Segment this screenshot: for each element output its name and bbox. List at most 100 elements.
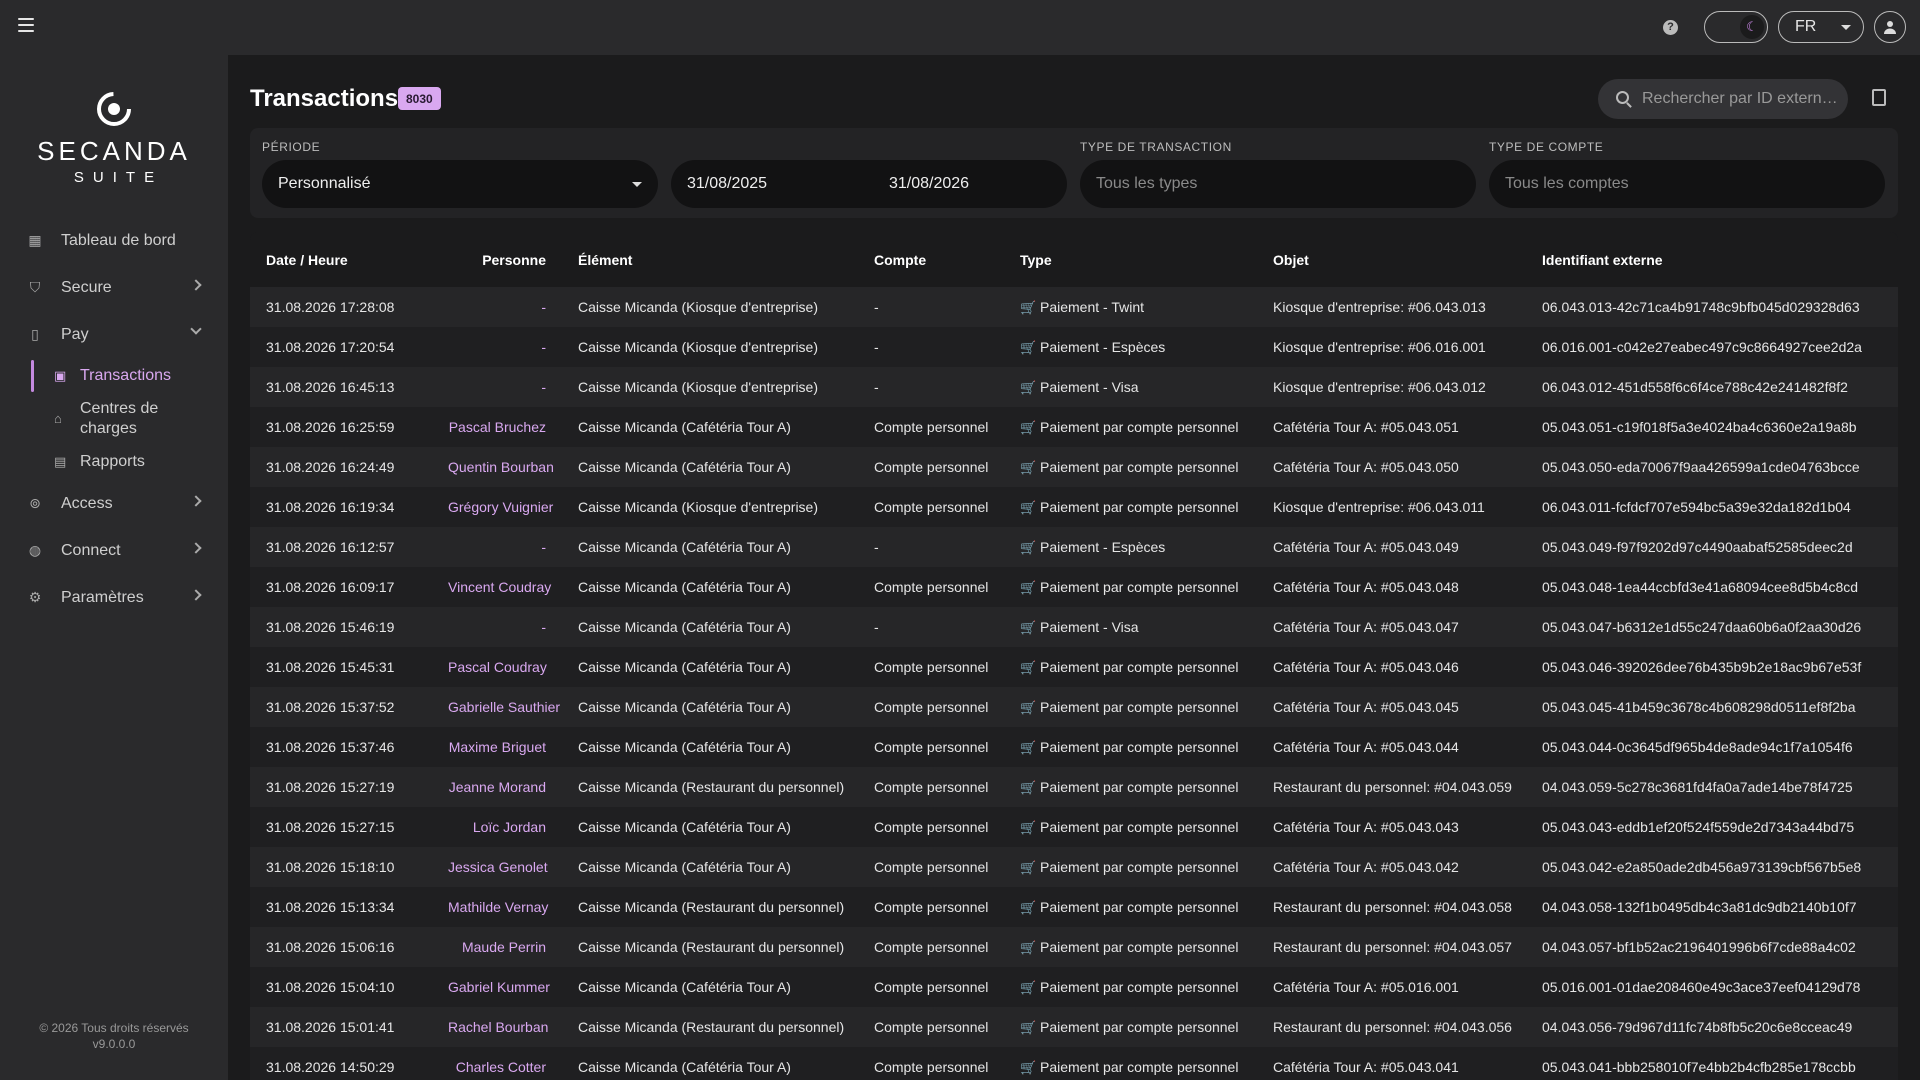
table-row[interactable]: 31.08.2026 15:46:19- Caisse Micanda (Café… <box>250 607 1898 647</box>
cell-element: Caisse Micanda (Kiosque d'entreprise) <box>562 367 858 407</box>
table-row[interactable]: 31.08.2026 16:45:13- Caisse Micanda (Kios… <box>250 367 1898 407</box>
cell-person[interactable]: - <box>432 327 562 367</box>
language-select[interactable]: FR <box>1778 11 1864 43</box>
type-label: Paiement par compte personnel <box>1040 418 1239 435</box>
periode-select[interactable]: Personnalisé <box>262 160 658 208</box>
logo-name: SECANDA <box>37 136 191 166</box>
cell-person[interactable]: Quentin Bourban <box>432 447 562 487</box>
table-row[interactable]: 31.08.2026 17:20:54- Caisse Micanda (Kios… <box>250 327 1898 367</box>
theme-toggle[interactable]: ☾ <box>1704 11 1768 43</box>
type-select[interactable]: Tous les types <box>1080 160 1476 208</box>
cell-datetime: 31.08.2026 15:37:46 <box>250 727 432 767</box>
cell-person[interactable]: Pascal Coudray <box>432 647 562 687</box>
table-row[interactable]: 31.08.2026 17:28:08- Caisse Micanda (Kios… <box>250 287 1898 327</box>
table-row[interactable]: 31.08.2026 16:12:57- Caisse Micanda (Café… <box>250 527 1898 567</box>
cell-object: Cafétéria Tour A: #05.043.046 <box>1257 647 1526 687</box>
cell-element: Caisse Micanda (Restaurant du personnel) <box>562 1007 858 1047</box>
globe-icon: ◍ <box>28 542 42 558</box>
cell-object: Cafétéria Tour A: #05.043.048 <box>1257 567 1526 607</box>
cell-person[interactable]: - <box>432 607 562 647</box>
cell-person[interactable]: Jeanne Morand <box>432 767 562 807</box>
cell-person[interactable]: Pascal Bruchez <box>432 407 562 447</box>
export-icon[interactable] <box>1872 89 1886 106</box>
column-header[interactable]: Personne <box>432 232 562 287</box>
cell-person[interactable]: Maude Perrin <box>432 927 562 967</box>
column-header[interactable]: Compte <box>858 232 1004 287</box>
cell-person[interactable]: - <box>432 287 562 327</box>
cell-person[interactable]: Grégory Vuignier <box>432 487 562 527</box>
cell-datetime: 31.08.2026 16:25:59 <box>250 407 432 447</box>
cell-type: 🛒 Paiement - Espèces <box>1004 327 1257 367</box>
user-menu-button[interactable] <box>1874 11 1906 43</box>
cell-element: Caisse Micanda (Cafétéria Tour A) <box>562 967 858 1007</box>
cell-person[interactable]: - <box>432 367 562 407</box>
table-row[interactable]: 31.08.2026 15:06:16 Maude Perrin Caisse Mi… <box>250 927 1898 967</box>
sidebar-item-access[interactable]: ⊚ Access <box>0 480 228 527</box>
cell-datetime: 31.08.2026 15:37:52 <box>250 687 432 727</box>
cell-person[interactable]: Mathilde Vernay <box>432 887 562 927</box>
table-row[interactable]: 31.08.2026 15:45:31 Pascal Coudray Caisse … <box>250 647 1898 687</box>
column-header[interactable]: Objet <box>1257 232 1526 287</box>
help-icon[interactable]: ? <box>1663 19 1678 35</box>
chevron-right-icon <box>190 542 202 554</box>
sidebar-subitem-transactions[interactable]: ▣ Transactions <box>0 358 228 394</box>
cell-type: 🛒 Paiement par compte personnel <box>1004 487 1257 527</box>
cell-account: Compte personnel <box>858 567 1004 607</box>
type-label: Paiement par compte personnel <box>1040 1018 1239 1035</box>
table-row[interactable]: 31.08.2026 15:37:52 Gabrielle Sauthier Cai… <box>250 687 1898 727</box>
cell-object: Cafétéria Tour A: #05.043.051 <box>1257 407 1526 447</box>
date-from[interactable]: 31/08/2025 <box>687 175 889 193</box>
table-row[interactable]: 31.08.2026 16:24:49 Quentin Bourban Caisse… <box>250 447 1898 487</box>
table-row[interactable]: 31.08.2026 16:19:34 Grégory Vuignier Caiss… <box>250 487 1898 527</box>
cell-person[interactable]: Loïc Jordan <box>432 807 562 847</box>
table-row[interactable]: 31.08.2026 15:13:34 Mathilde Vernay Caisse… <box>250 887 1898 927</box>
sidebar-item-secure[interactable]: ⛉ Secure <box>0 264 228 311</box>
type-label: TYPE DE TRANSACTION <box>1080 140 1232 154</box>
cell-external-id: 05.043.044-0c3645df965b4de8ade94c1f7a105… <box>1526 727 1898 767</box>
cart-icon: 🛒 <box>1020 579 1037 595</box>
table-row[interactable]: 31.08.2026 15:27:19 Jeanne Morand Caisse M… <box>250 767 1898 807</box>
cell-person[interactable]: Rachel Bourban <box>432 1007 562 1047</box>
table-row[interactable]: 31.08.2026 16:09:17 Vincent Coudray Caisse… <box>250 567 1898 607</box>
logo: SECANDA SUITE <box>0 91 228 186</box>
column-header[interactable]: Élément <box>562 232 858 287</box>
column-header[interactable]: Date / Heure <box>250 232 432 287</box>
cell-person[interactable]: Maxime Briguet <box>432 727 562 767</box>
table-row[interactable]: 31.08.2026 15:27:15 Loïc Jordan Caisse Mic… <box>250 807 1898 847</box>
cell-type: 🛒 Paiement par compte personnel <box>1004 567 1257 607</box>
sidebar-subitem-centres-de-charges[interactable]: ⌂ Centres de charges <box>0 394 228 444</box>
version: v9.0.0.0 <box>92 1037 136 1051</box>
sidebar-subitem-rapports[interactable]: ▤ Rapports <box>0 444 228 480</box>
cell-person[interactable]: Jessica Genolet <box>432 847 562 887</box>
table-row[interactable]: 31.08.2026 15:18:10 Jessica Genolet Caisse… <box>250 847 1898 887</box>
cell-account: Compte personnel <box>858 807 1004 847</box>
table-row[interactable]: 31.08.2026 16:25:59 Pascal Bruchez Caisse … <box>250 407 1898 447</box>
column-header[interactable]: Type <box>1004 232 1257 287</box>
compte-select[interactable]: Tous les comptes <box>1489 160 1885 208</box>
gear-icon: ⚙ <box>28 589 42 605</box>
cell-object: Kiosque d'entreprise: #06.043.013 <box>1257 287 1526 327</box>
cell-person[interactable]: Gabrielle Sauthier <box>432 687 562 727</box>
chevron-down-icon <box>190 323 202 335</box>
cell-type: 🛒 Paiement par compte personnel <box>1004 1007 1257 1047</box>
sidebar-item-parametres[interactable]: ⚙ Paramètres <box>0 574 228 621</box>
sidebar-item-dashboard[interactable]: ▦ Tableau de bord <box>0 217 228 264</box>
cell-object: Kiosque d'entreprise: #06.043.012 <box>1257 367 1526 407</box>
search-input[interactable]: Rechercher par ID extern… <box>1598 79 1848 119</box>
menu-icon[interactable] <box>18 18 34 32</box>
cell-person[interactable]: Vincent Coudray <box>432 567 562 607</box>
column-header[interactable]: Identifiant externe <box>1526 232 1898 287</box>
sidebar-item-connect[interactable]: ◍ Connect <box>0 527 228 574</box>
cart-icon: 🛒 <box>1020 619 1037 635</box>
table-row[interactable]: 31.08.2026 15:01:41 Rachel Bourban Caisse … <box>250 1007 1898 1047</box>
cell-person[interactable]: - <box>432 527 562 567</box>
periode-value: Personnalisé <box>278 175 371 192</box>
table-row[interactable]: 31.08.2026 15:04:10 Gabriel Kummer Caisse … <box>250 967 1898 1007</box>
cell-person[interactable]: Gabriel Kummer <box>432 967 562 1007</box>
table-row[interactable]: 31.08.2026 14:50:29 Charles Cotter Caisse … <box>250 1047 1898 1080</box>
cell-person[interactable]: Charles Cotter <box>432 1047 562 1080</box>
date-to[interactable]: 31/08/2026 <box>889 175 969 193</box>
sidebar-item-pay[interactable]: ▯ Pay <box>0 311 228 358</box>
date-range-field[interactable]: 31/08/2025 31/08/2026 <box>671 160 1067 208</box>
table-row[interactable]: 31.08.2026 15:37:46 Maxime Briguet Caisse … <box>250 727 1898 767</box>
